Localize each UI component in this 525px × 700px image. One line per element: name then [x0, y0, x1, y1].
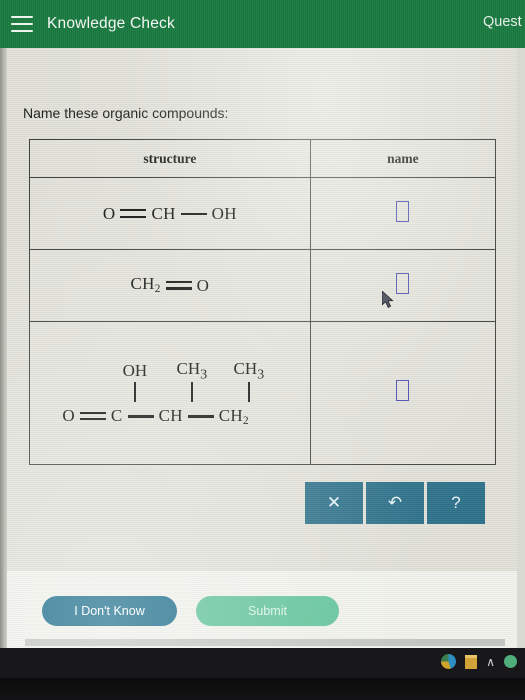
double-bond-icon — [165, 279, 192, 291]
formula-3: OH CH3 CH3 O C CH CH2 — [62, 359, 277, 427]
single-bond-icon — [127, 410, 154, 422]
undo-button[interactable]: ↶ — [366, 482, 424, 524]
os-taskbar: ∧ — [0, 648, 525, 678]
substituent-row: OH CH3 CH3 — [106, 359, 277, 383]
formula-1: O CH OH — [30, 205, 310, 222]
structure-cell-3: OH CH3 CH3 O C CH CH2 — [29, 321, 311, 465]
backbone-row: O C CH CH2 — [62, 406, 277, 427]
table-row: O CH OH — [29, 177, 497, 250]
double-bond-icon — [120, 208, 147, 220]
vertical-bond-icon — [220, 382, 277, 407]
screen-left-edge — [0, 48, 7, 648]
footer-divider — [25, 639, 505, 646]
app-title: Knowledge Check — [47, 15, 175, 32]
name-cell-1[interactable] — [309, 177, 497, 250]
app-header-bar: Knowledge Check Quest — [0, 0, 525, 48]
table-row: OH CH3 CH3 O C CH CH2 — [29, 321, 497, 465]
column-header-structure: structure — [29, 139, 311, 178]
hamburger-menu-icon[interactable] — [11, 16, 33, 32]
quiz-content-area: Name these organic compounds: structure … — [7, 48, 517, 648]
single-bond-icon — [187, 410, 214, 422]
structure-cell-2: CH2 O — [29, 249, 311, 322]
vertical-bond-row — [106, 382, 277, 407]
answer-input-1[interactable] — [396, 200, 410, 222]
atom-ch2: CH2 — [130, 274, 161, 296]
name-cell-3[interactable] — [309, 321, 497, 465]
double-bond-icon — [79, 410, 106, 422]
atom-oxygen: O — [102, 204, 116, 223]
substituent-oh: OH — [122, 361, 148, 381]
show-hidden-icons-chevron-icon[interactable]: ∧ — [486, 655, 495, 669]
question-prompt: Name these organic compounds: — [23, 105, 229, 121]
question-counter-label: Quest — [483, 14, 522, 30]
substituent-ch3-b: CH3 — [233, 359, 265, 383]
dont-know-button[interactable]: I Don't Know — [42, 596, 177, 626]
network-icon[interactable] — [504, 655, 517, 668]
browser-icon[interactable] — [441, 654, 457, 669]
vertical-bond-icon — [163, 382, 220, 407]
column-header-name: name — [309, 139, 497, 178]
submit-button[interactable]: Submit — [196, 596, 339, 626]
table-header-row: structure name — [29, 139, 497, 178]
atom-ch: CH — [158, 406, 183, 426]
answer-input-3[interactable] — [396, 380, 410, 401]
compounds-table: structure name O CH OH CH2 O OH CH3 CH3 … — [29, 139, 497, 465]
atom-ch: CH — [151, 204, 176, 223]
system-tray: ∧ — [441, 654, 517, 669]
atom-ch2: CH2 — [218, 405, 249, 427]
screen-photo: Knowledge Check Quest Name these organic… — [0, 0, 525, 700]
name-cell-2[interactable] — [309, 249, 497, 322]
answer-input-2[interactable] — [396, 272, 410, 294]
footer-bar: I Don't Know Submit — [7, 571, 517, 648]
single-bond-icon — [180, 208, 207, 220]
clear-button[interactable]: ✕ — [305, 482, 363, 524]
table-row: CH2 O — [29, 249, 497, 322]
atom-carbon: C — [110, 406, 123, 426]
atom-oxygen: O — [196, 275, 210, 295]
help-button[interactable]: ? — [427, 482, 485, 524]
formula-2: CH2 O — [30, 275, 310, 295]
notepad-icon[interactable] — [465, 654, 478, 669]
editor-toolbar: ✕ ↶ ? — [305, 482, 485, 524]
atom-oxygen: O — [62, 406, 75, 426]
atom-oh: OH — [211, 204, 237, 223]
structure-cell-1: O CH OH — [29, 177, 311, 250]
substituent-ch3-a: CH3 — [176, 359, 208, 383]
vertical-bond-icon — [106, 382, 163, 407]
laptop-bezel — [0, 678, 525, 700]
